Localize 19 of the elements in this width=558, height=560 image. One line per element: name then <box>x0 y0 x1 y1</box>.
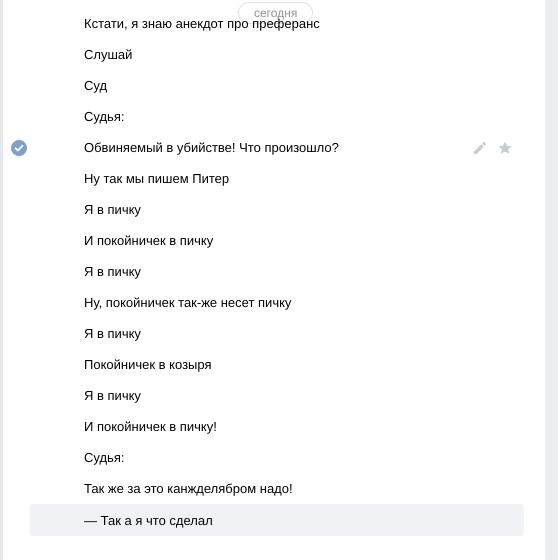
message-text: Я в пичку <box>84 264 141 279</box>
edit-icon[interactable] <box>472 140 488 156</box>
message-text: Ну, покойничек так-же несет пичку <box>84 295 292 310</box>
message-text: И покойничек в пичку! <box>84 419 217 434</box>
message-text: Я в пичку <box>84 326 141 341</box>
message-text: Я в пичку <box>84 202 141 217</box>
message-text: И покойничек в пичку <box>84 233 214 248</box>
star-icon[interactable] <box>497 140 513 156</box>
message-text: Судья: <box>84 109 124 124</box>
check-icon[interactable] <box>11 140 27 156</box>
message-text: Покойничек в козыря <box>84 357 212 372</box>
message-text: Обвиняемый в убийстве! Что произошло? <box>84 140 339 155</box>
message-text: Суд <box>84 78 108 93</box>
message-text: Так же за это канжделябром надо! <box>84 481 293 496</box>
message-text: Слушай <box>84 47 132 62</box>
message-text: Судья: <box>84 450 124 465</box>
message-text: — Так а я что сделал <box>84 512 213 528</box>
message-text: Ну так мы пишем Питер <box>84 171 230 186</box>
message-text: Я в пичку <box>84 388 141 403</box>
